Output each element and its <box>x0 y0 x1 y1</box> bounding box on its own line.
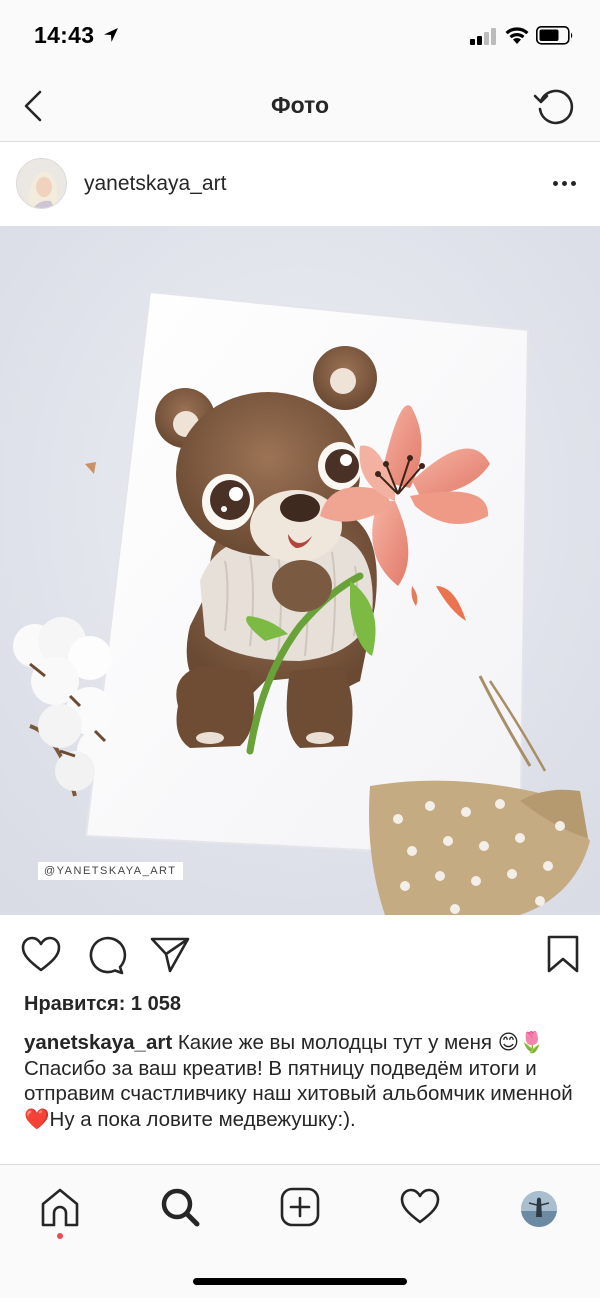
home-indicator <box>193 1278 407 1285</box>
likes-count[interactable]: Нравится: 1 058 <box>24 993 181 1016</box>
page-title: Фото <box>270 92 330 118</box>
tab-bar <box>0 1164 600 1298</box>
home-icon[interactable] <box>38 1185 82 1229</box>
more-options-button[interactable] <box>548 172 580 192</box>
status-bar: 14:43 <box>0 0 600 70</box>
wifi-icon <box>505 27 529 44</box>
heart-icon[interactable] <box>19 933 63 977</box>
profile-avatar[interactable] <box>521 1191 557 1227</box>
send-icon[interactable] <box>148 933 192 977</box>
post-photo-illustration <box>0 226 600 915</box>
battery-icon <box>536 26 573 45</box>
status-time: 14:43 <box>34 22 95 48</box>
activity-heart-icon[interactable] <box>398 1185 442 1229</box>
user-avatar[interactable] <box>16 158 67 209</box>
post-header: yanetskaya_art <box>0 142 600 226</box>
location-arrow-icon <box>104 28 118 42</box>
nav-bar: Фото <box>0 70 600 142</box>
bookmark-icon[interactable] <box>541 933 585 977</box>
cellular-signal-icon <box>470 27 498 45</box>
notification-dot <box>57 1233 63 1239</box>
refresh-icon[interactable] <box>532 84 576 128</box>
caption-username[interactable]: yanetskaya_art <box>24 1031 172 1054</box>
search-icon[interactable] <box>158 1185 202 1229</box>
comment-icon[interactable] <box>84 933 128 977</box>
post-username[interactable]: yanetskaya_art <box>84 172 226 196</box>
add-post-icon[interactable] <box>278 1185 322 1229</box>
post-photo[interactable]: @YANETSKAYA_ART <box>0 226 600 915</box>
post-actions <box>0 915 600 995</box>
photo-watermark: @YANETSKAYA_ART <box>38 862 183 880</box>
more-dots-icon <box>553 181 558 186</box>
post-caption: yanetskaya_art Какие же вы молодцы тут у… <box>24 1030 576 1132</box>
